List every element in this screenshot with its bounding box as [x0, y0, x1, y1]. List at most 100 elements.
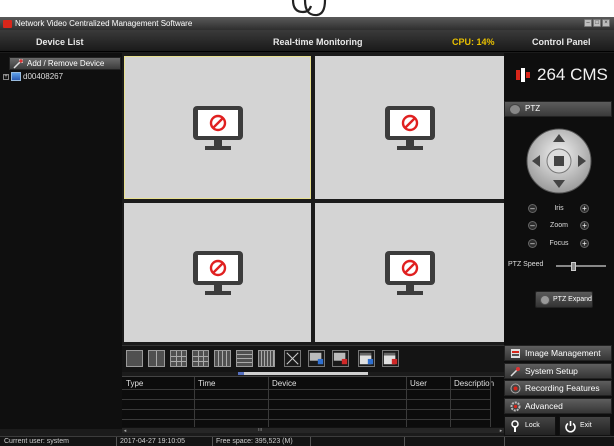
recording-icon	[510, 383, 521, 394]
app-logo-icon	[3, 19, 12, 28]
fullscreen-icon[interactable]	[284, 350, 301, 367]
current-user: Current user: system	[4, 438, 69, 445]
iris-control: – Iris +	[504, 202, 612, 216]
scroll-grip-icon[interactable]: ııı	[258, 427, 262, 433]
scroll-thumb[interactable]	[238, 372, 244, 375]
system-setup-button[interactable]: System Setup	[504, 363, 612, 379]
device-list-heading: Device List	[36, 37, 84, 47]
col-device: Device	[272, 379, 297, 388]
system-setup-label: System Setup	[525, 366, 578, 376]
no-signal-monitor-icon	[384, 105, 435, 150]
title-bar: Network Video Centralized Management Sof…	[0, 17, 614, 30]
clapper-red-icon[interactable]	[382, 350, 399, 367]
layout-toolbar	[122, 345, 504, 372]
col-type: Type	[126, 379, 144, 388]
ptz-speed-slider[interactable]	[556, 262, 606, 271]
header-bar: Device List Real-time Monitoring CPU: 14…	[0, 30, 614, 52]
device-icon	[11, 72, 21, 81]
video-cell-1[interactable]	[124, 56, 311, 199]
add-remove-device-button[interactable]: Add / Remove Device	[9, 57, 121, 70]
lock-button[interactable]: Lock	[504, 416, 556, 436]
layout-6-icon[interactable]	[192, 350, 209, 367]
power-icon	[565, 421, 576, 433]
slider-thumb[interactable]	[571, 262, 576, 271]
logo-fragment-icon	[291, 0, 327, 17]
minimize-icon[interactable]: –	[584, 19, 592, 27]
iris-plus-button[interactable]: +	[580, 204, 589, 213]
event-log: Type Time Device User Description	[122, 376, 504, 432]
toolbar-scrollbar[interactable]	[238, 372, 368, 375]
layout-16-icon[interactable]	[214, 350, 231, 367]
layout-13-icon[interactable]	[236, 350, 253, 367]
iris-minus-button[interactable]: –	[528, 204, 537, 213]
zoom-label: Zoom	[550, 222, 568, 229]
no-signal-monitor-icon	[192, 250, 243, 295]
ptz-icon	[509, 104, 521, 115]
wrench-icon	[510, 367, 520, 377]
col-time: Time	[198, 379, 216, 388]
log-horizontal-scrollbar[interactable]: ◂ ııı ▸	[122, 427, 504, 434]
focus-plus-button[interactable]: +	[580, 239, 589, 248]
free-space: Free space: 395,523 (M)	[216, 438, 293, 445]
focus-minus-button[interactable]: –	[528, 239, 537, 248]
zoom-control: – Zoom +	[504, 219, 612, 233]
video-cell-2[interactable]	[315, 56, 504, 199]
ptz-joystick[interactable]	[526, 128, 592, 194]
image-management-icon	[511, 349, 520, 358]
iris-label: Iris	[554, 205, 564, 212]
col-user: User	[410, 379, 427, 388]
lock-label: Lock	[525, 422, 540, 429]
ptz-expand-button[interactable]: PTZ Expand	[535, 291, 593, 308]
gear-icon	[510, 401, 521, 412]
device-list-panel: Add / Remove Device + d00408267	[0, 53, 122, 429]
ptz-expand-label: PTZ Expand	[553, 296, 592, 303]
recording-features-button[interactable]: Recording Features	[504, 380, 612, 396]
cpu-indicator: CPU: 14%	[452, 37, 495, 47]
brand-icon	[516, 68, 530, 82]
ptz-label: PTZ	[525, 104, 541, 113]
control-panel-heading: Control Panel	[532, 37, 591, 47]
video-grid	[124, 56, 504, 342]
monitor-blue-icon[interactable]	[308, 350, 325, 367]
add-remove-device-label: Add / Remove Device	[27, 59, 105, 68]
layout-4-icon[interactable]	[148, 350, 165, 367]
session-buttons: Lock Exit	[504, 416, 612, 436]
advanced-label: Advanced	[525, 401, 563, 411]
layout-9-icon[interactable]	[170, 350, 187, 367]
focus-label: Focus	[549, 240, 569, 247]
device-name: d00408267	[23, 72, 64, 81]
layout-1-icon[interactable]	[126, 350, 143, 367]
col-description: Description	[454, 379, 495, 388]
lock-icon	[511, 420, 519, 432]
window-title: Network Video Centralized Management Sof…	[15, 19, 193, 28]
brand: 264 CMS	[514, 65, 608, 85]
ptz-expand-icon	[540, 295, 550, 305]
recording-features-label: Recording Features	[525, 383, 600, 393]
exit-button[interactable]: Exit	[559, 416, 611, 436]
exit-label: Exit	[580, 422, 592, 429]
focus-control: – Focus +	[504, 237, 612, 251]
clapper-blue-icon[interactable]	[358, 350, 375, 367]
maximize-icon[interactable]: □	[593, 19, 601, 27]
realtime-heading: Real-time Monitoring	[273, 37, 363, 47]
image-management-button[interactable]: Image Management	[504, 345, 612, 361]
wrench-icon	[13, 59, 23, 69]
video-cell-4[interactable]	[315, 203, 504, 342]
zoom-minus-button[interactable]: –	[528, 221, 537, 230]
ptz-header[interactable]: PTZ	[504, 101, 612, 117]
brand-text: 264 CMS	[537, 65, 608, 84]
window-controls: – □ ×	[584, 19, 610, 27]
zoom-plus-button[interactable]: +	[580, 221, 589, 230]
scroll-left-icon[interactable]: ◂	[122, 428, 128, 434]
video-cell-3[interactable]	[124, 203, 311, 342]
advanced-button[interactable]: Advanced	[504, 398, 612, 414]
expand-icon[interactable]: +	[3, 73, 9, 80]
ptz-speed-label: PTZ Speed	[508, 261, 544, 268]
close-icon[interactable]: ×	[602, 19, 610, 27]
control-panel: 264 CMS PTZ – Iris + – Zoom + – Focus + …	[504, 53, 614, 436]
layout-25-icon[interactable]	[258, 350, 275, 367]
monitor-red-icon[interactable]	[332, 350, 349, 367]
device-tree-item[interactable]: + d00408267	[3, 72, 63, 81]
top-logo-strip	[0, 0, 614, 17]
status-time: 2017-04-27 19:10:05	[120, 438, 185, 445]
